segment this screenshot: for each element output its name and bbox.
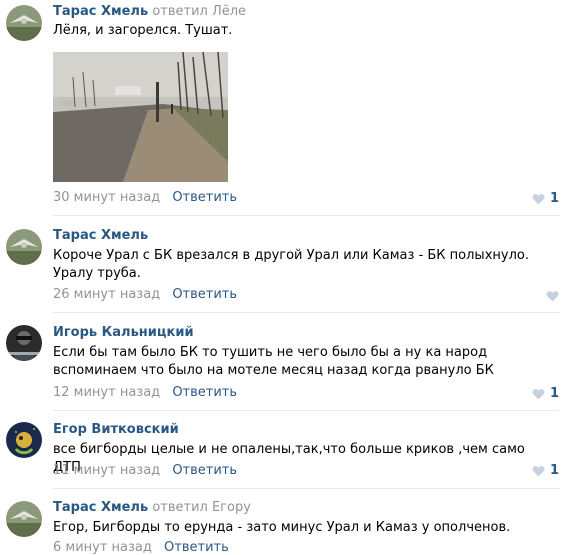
author-link[interactable]: Егор Витковский (53, 422, 179, 437)
attached-photo[interactable] (53, 52, 228, 182)
comment: Тарас Хмель ответил Егору Егор, Бигборды… (0, 489, 565, 555)
timestamp[interactable]: 30 минут назад (53, 190, 160, 205)
comment-header: Тарас Хмель (53, 228, 148, 243)
reply-to-label[interactable]: ответил Лёле (152, 4, 246, 19)
like-button[interactable]: 1 (532, 463, 559, 478)
reply-button[interactable]: Ответить (172, 463, 237, 478)
comment-text: Короче Урал с БК врезался в другой Урал … (53, 248, 529, 281)
heart-icon (532, 465, 545, 476)
comment-meta: 11 минут назад Ответить (53, 463, 237, 478)
avatar[interactable] (6, 325, 42, 361)
comment-text: Лёля, и загорелся. Тушат. (53, 23, 233, 38)
comment: Тарас Хмель Короче Урал с БК врезался в … (0, 216, 565, 313)
avatar-image (6, 5, 42, 41)
avatar[interactable] (6, 229, 42, 265)
avatar-image (6, 422, 42, 458)
comment-text: Егор, Бигборды то ерунда - зато минус Ур… (53, 520, 511, 535)
comment-header: Егор Витковский (53, 422, 179, 437)
like-count: 1 (549, 386, 559, 401)
heart-icon (546, 291, 559, 302)
avatar[interactable] (6, 422, 42, 458)
reply-button[interactable]: Ответить (172, 190, 237, 205)
like-button[interactable]: 1 (532, 386, 559, 401)
comment: Тарас Хмель ответил Лёле Лёля, и загорел… (0, 0, 565, 216)
heart-icon (532, 193, 545, 204)
comment-header: Тарас Хмель ответил Лёле (53, 4, 246, 19)
comment: Игорь Кальницкий Если бы там было БК то … (0, 313, 565, 411)
comment-meta: 12 минут назад Ответить (53, 385, 237, 400)
comment-meta: 26 минут назад Ответить (53, 287, 237, 302)
like-count: 1 (549, 191, 559, 206)
avatar[interactable] (6, 5, 42, 41)
avatar-image (6, 229, 42, 265)
timestamp[interactable]: 11 минут назад (53, 463, 160, 478)
author-link[interactable]: Тарас Хмель (53, 4, 148, 19)
avatar-image (6, 501, 42, 537)
like-count: 1 (549, 463, 559, 478)
author-link[interactable]: Тарас Хмель (53, 500, 148, 515)
author-link[interactable]: Тарас Хмель (53, 228, 148, 243)
author-link[interactable]: Игорь Кальницкий (53, 325, 194, 340)
reply-to-label[interactable]: ответил Егору (152, 500, 251, 515)
comment-text: Если бы там было БК то тушить не чего бы… (53, 345, 494, 378)
timestamp[interactable]: 26 минут назад (53, 287, 160, 302)
reply-button[interactable]: Ответить (172, 287, 237, 302)
comment-meta: 30 минут назад Ответить (53, 190, 237, 205)
comment: Егор Витковский все бигборды целые и не … (0, 411, 565, 489)
comment-header: Игорь Кальницкий (53, 325, 194, 340)
like-button[interactable]: 1 (532, 191, 559, 206)
avatar[interactable] (6, 501, 42, 537)
reply-button[interactable]: Ответить (172, 385, 237, 400)
comment-header: Тарас Хмель ответил Егору (53, 500, 251, 515)
heart-icon (532, 388, 545, 399)
like-button[interactable] (546, 290, 559, 302)
avatar-image (6, 325, 42, 361)
timestamp[interactable]: 12 минут назад (53, 385, 160, 400)
